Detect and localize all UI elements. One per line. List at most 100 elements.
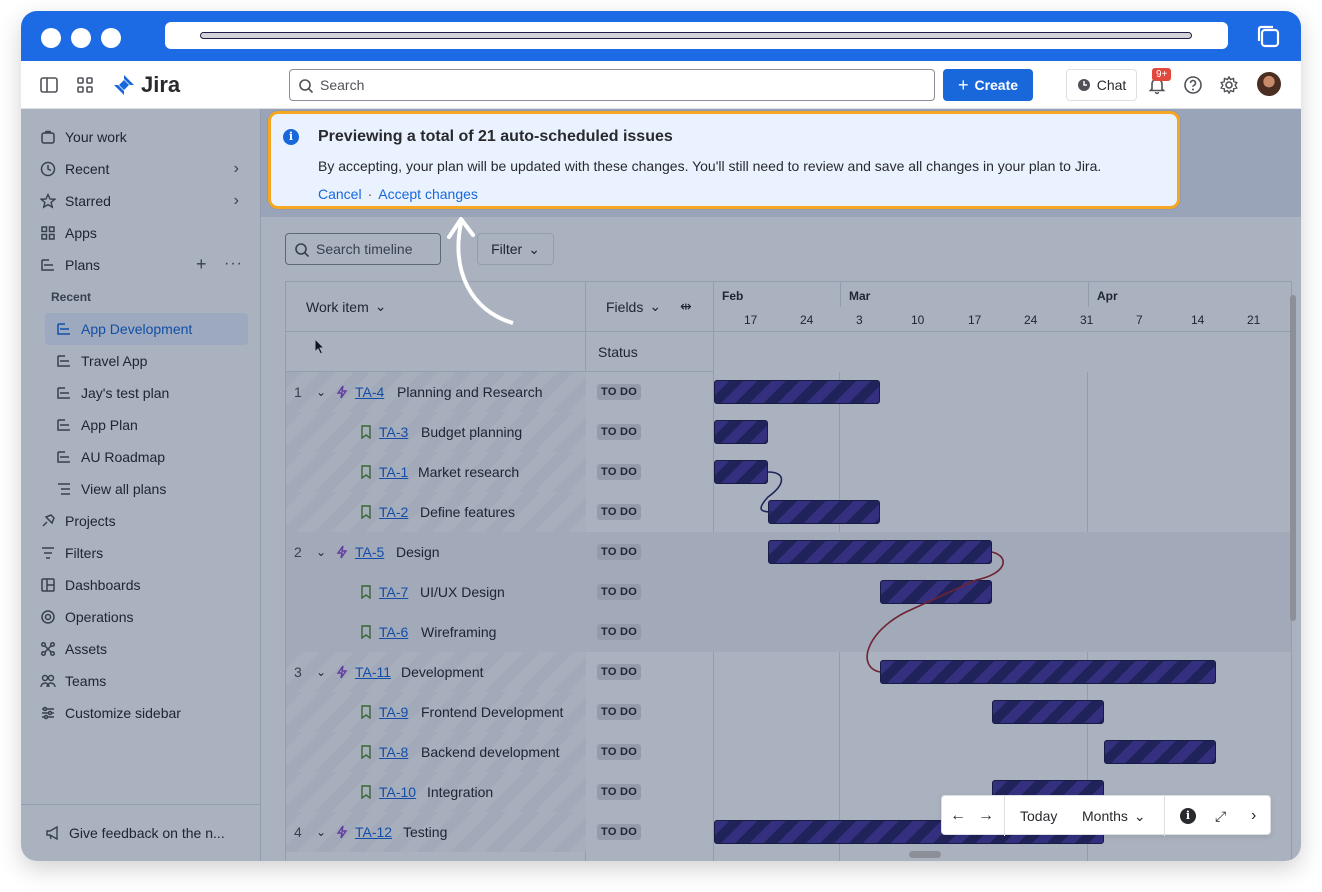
help-icon[interactable]: [1183, 75, 1203, 95]
chevron-right-icon: ›: [233, 192, 239, 209]
sidebar-item-dashboards[interactable]: Dashboards: [29, 569, 247, 601]
plans-recent-heading: Recent: [51, 290, 92, 304]
user-avatar[interactable]: [1257, 72, 1281, 96]
plan-label: App Plan: [81, 417, 138, 433]
sidebar-item-assets[interactable]: Assets: [29, 633, 247, 665]
sidebar-item-teams[interactable]: Teams: [29, 665, 247, 697]
sidebar-label: Projects: [65, 513, 116, 529]
jira-logo-icon: [114, 75, 134, 95]
horizontal-scrollbar[interactable]: [909, 851, 941, 858]
plan-label: View all plans: [81, 481, 167, 497]
chat-button[interactable]: Chat: [1066, 69, 1137, 101]
sidebar-item-projects[interactable]: Projects: [29, 505, 247, 537]
address-bar[interactable]: [165, 22, 1228, 49]
copy-window-icon[interactable]: [1255, 23, 1281, 49]
app-name: Jira: [141, 72, 181, 97]
plan-icon: [55, 416, 73, 434]
customize-icon: [39, 704, 57, 722]
timeline-search-input[interactable]: Search timeline: [285, 233, 441, 265]
timeline-search-placeholder: Search timeline: [316, 241, 413, 257]
assets-icon: [39, 640, 57, 658]
jira-logo[interactable]: Jira: [113, 72, 181, 97]
plan-label: Travel App: [81, 353, 148, 369]
sidebar-label: Apps: [65, 225, 97, 241]
chevron-right-icon[interactable]: ›: [1251, 796, 1256, 836]
auto-schedule-preview-banner: i Previewing a total of 21 auto-schedule…: [268, 111, 1180, 209]
sidebar-label: Teams: [65, 673, 107, 689]
annotation-arrow: [447, 217, 514, 325]
sidebar-label: Dashboards: [65, 577, 141, 593]
star-icon: [39, 192, 57, 210]
sidebar-plan-travel-app[interactable]: Travel App: [45, 345, 248, 377]
address-placeholder: [200, 32, 1192, 39]
clock-icon: [39, 160, 57, 178]
sidebar-plan-app-development[interactable]: App Development: [45, 313, 248, 345]
list-icon: [55, 480, 73, 498]
info-icon[interactable]: i: [1180, 796, 1196, 836]
sidebar-item-your-work[interactable]: Your work: [29, 121, 247, 153]
sidebar-item-customize[interactable]: Customize sidebar: [29, 697, 247, 729]
sidebar-label: Filters: [65, 545, 104, 561]
sidebar: Your work Recent › Starred › Apps Plans …: [21, 109, 261, 861]
maximize-window-dot[interactable]: [101, 28, 121, 48]
arrow-right-icon[interactable]: →: [978, 796, 994, 836]
plan-main-area: Search timeline Filter ⌄ Work item ⌄ Fie…: [261, 109, 1301, 861]
sidebar-view-all-plans[interactable]: View all plans: [45, 473, 248, 505]
banner-message: By accepting, your plan will be updated …: [318, 158, 1102, 174]
close-window-dot[interactable]: [41, 28, 61, 48]
plan-label: AU Roadmap: [81, 449, 166, 465]
toolbar-divider: [1164, 796, 1165, 836]
create-button[interactable]: + Create: [943, 69, 1033, 101]
months-dropdown[interactable]: Months ⌄: [1082, 796, 1146, 836]
browser-chrome: [21, 11, 1301, 61]
timeline-grid: Work item ⌄ Fields ⌄ ⇹ Status Feb Mar Ap…: [285, 281, 1292, 861]
today-button[interactable]: Today: [1020, 796, 1057, 836]
feedback-label: Give feedback on the n...: [69, 825, 225, 841]
sidebar-item-filters[interactable]: Filters: [29, 537, 247, 569]
megaphone-icon: [46, 825, 58, 841]
vertical-scrollbar[interactable]: [1290, 295, 1296, 621]
banner-title: Previewing a total of 21 auto-scheduled …: [318, 128, 673, 145]
search-icon: [295, 243, 310, 258]
sidebar-item-plans[interactable]: Plans: [29, 249, 247, 281]
sidebar-label: Your work: [65, 129, 127, 145]
sidebar-plan-app-plan[interactable]: App Plan: [45, 409, 248, 441]
sidebar-item-apps[interactable]: Apps: [29, 217, 247, 249]
plan-label: Jay's test plan: [81, 385, 170, 401]
accept-changes-link[interactable]: Accept changes: [378, 186, 478, 202]
more-options-icon[interactable]: ···: [224, 255, 243, 273]
dashboards-icon: [39, 576, 57, 594]
add-plan-icon[interactable]: +: [196, 254, 207, 275]
sidebar-label: Starred: [65, 193, 111, 209]
fullscreen-icon[interactable]: ⤢: [1215, 796, 1226, 836]
teams-icon: [39, 672, 57, 690]
top-navigation: Jira Search + Create Chat 9+: [21, 61, 1301, 109]
actions-separator: ·: [367, 186, 373, 202]
sidebar-item-starred[interactable]: Starred ›: [29, 185, 247, 217]
notifications-badge: 9+: [1152, 68, 1172, 81]
sidebar-toggle-icon[interactable]: [39, 75, 59, 95]
settings-gear-icon[interactable]: [1219, 75, 1239, 95]
sidebar-plan-jays-test-plan[interactable]: Jay's test plan: [45, 377, 248, 409]
app-switcher-icon[interactable]: [75, 75, 95, 95]
sidebar-label: Recent: [65, 161, 110, 177]
sidebar-item-recent[interactable]: Recent ›: [29, 153, 247, 185]
plan-icon: [55, 320, 73, 338]
sidebar-plan-au-roadmap[interactable]: AU Roadmap: [45, 441, 248, 473]
your-work-icon: [39, 128, 57, 146]
search-placeholder: Search: [320, 77, 365, 93]
global-search-input[interactable]: Search: [289, 69, 935, 101]
minimize-window-dot[interactable]: [71, 28, 91, 48]
search-icon: [299, 79, 314, 94]
sidebar-item-operations[interactable]: Operations: [29, 601, 247, 633]
cancel-link[interactable]: Cancel: [318, 186, 362, 202]
give-feedback-button[interactable]: Give feedback on the n...: [21, 804, 261, 861]
plus-icon: +: [957, 74, 969, 95]
chevron-down-icon: ⌄: [1133, 807, 1146, 824]
sidebar-label: Plans: [65, 257, 101, 273]
browser-window: Jira Search + Create Chat 9+ Your work R…: [21, 11, 1301, 861]
arrow-left-icon[interactable]: ←: [950, 796, 966, 836]
projects-icon: [39, 512, 57, 530]
apps-icon: [39, 224, 57, 242]
plans-icon: [39, 256, 57, 274]
